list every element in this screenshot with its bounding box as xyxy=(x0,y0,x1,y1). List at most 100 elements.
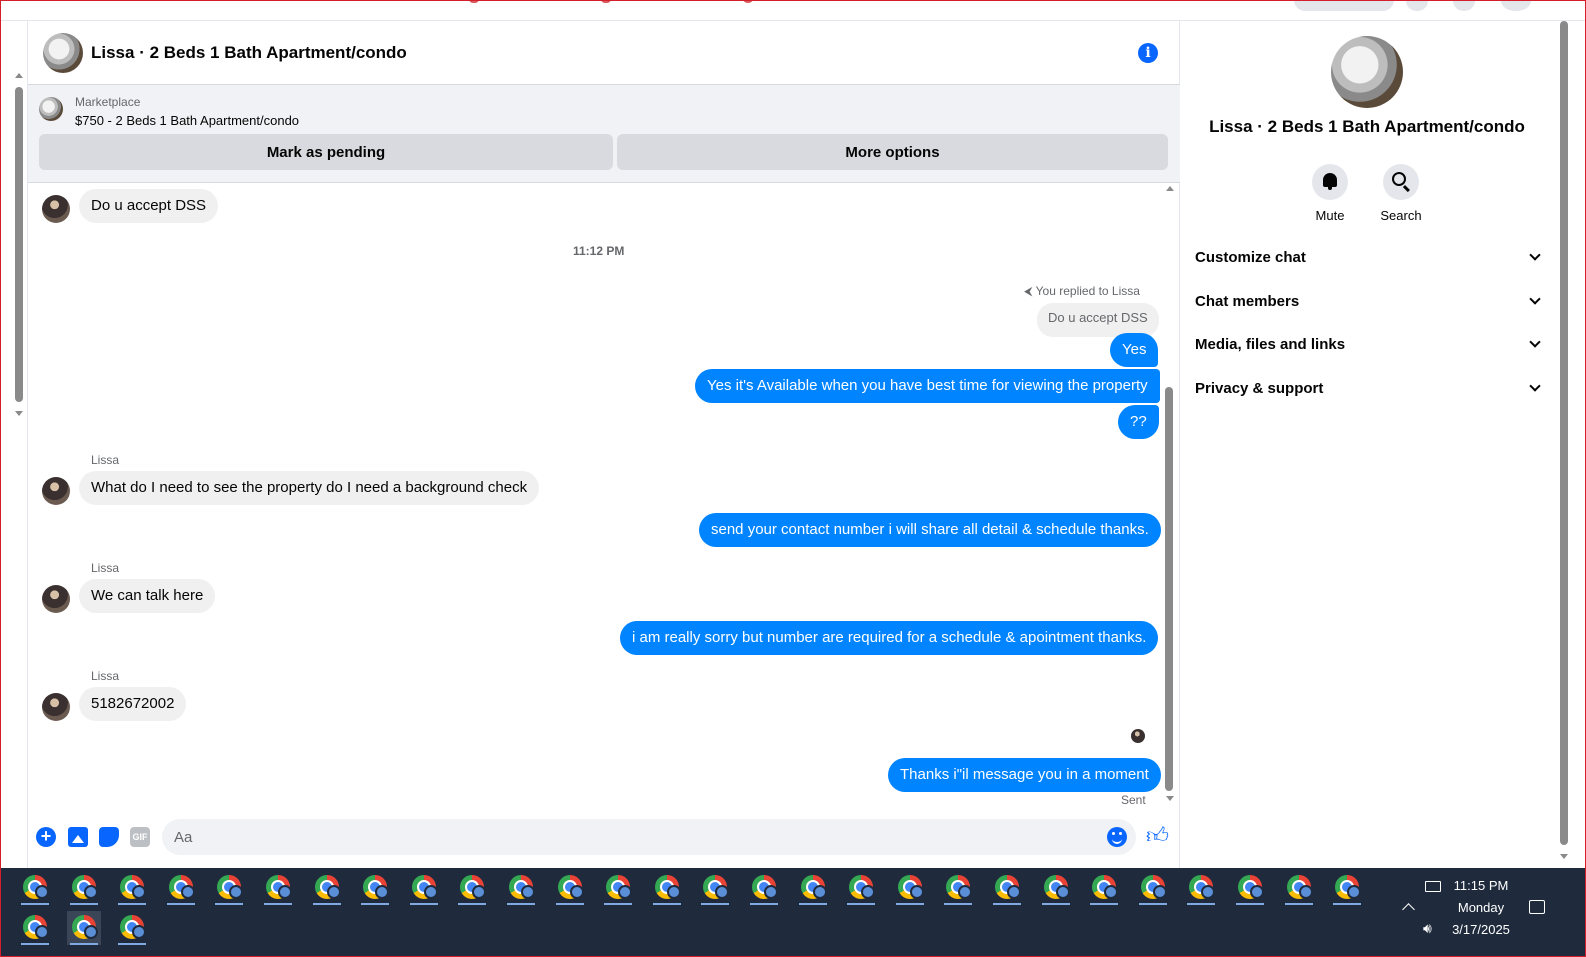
page-scroll-down-arrow[interactable] xyxy=(1560,854,1568,859)
chrome-taskbar-button[interactable] xyxy=(1039,871,1073,905)
message-composer: + GIF 👍︎ xyxy=(28,814,1180,868)
chrome-taskbar-button[interactable] xyxy=(1233,871,1267,905)
chrome-taskbar-button[interactable] xyxy=(553,871,587,905)
sticker-icon[interactable] xyxy=(99,827,119,847)
message-input[interactable] xyxy=(162,819,1136,855)
chat-scrollbar-thumb[interactable] xyxy=(1165,387,1173,791)
listing-thumbnail[interactable] xyxy=(39,97,63,121)
open-window-indicator xyxy=(264,903,292,905)
chrome-taskbar-button[interactable] xyxy=(1136,871,1170,905)
message-list: Do u accept DSS 11:12 PM ⮜ You replied t… xyxy=(28,183,1180,814)
chrome-taskbar-button[interactable] xyxy=(18,871,52,905)
chrome-taskbar-button[interactable] xyxy=(1087,871,1121,905)
profile-badge-icon xyxy=(569,885,584,899)
chat-title[interactable]: Lissa · 2 Beds 1 Bath Apartment/condo xyxy=(91,43,407,63)
chat-avatar[interactable] xyxy=(43,33,83,73)
like-icon[interactable]: 👍︎ xyxy=(1146,824,1170,848)
emoji-icon[interactable] xyxy=(1107,827,1127,847)
profile-badge-icon xyxy=(1007,885,1021,899)
chat-members-row[interactable]: Chat members xyxy=(1195,283,1545,323)
outgoing-message[interactable]: i am really sorry but number are require… xyxy=(620,621,1159,655)
replied-message-quote[interactable]: Do u accept DSS xyxy=(1037,303,1159,337)
row-label: Media, files and links xyxy=(1195,336,1346,353)
chrome-taskbar-button[interactable] xyxy=(893,871,927,905)
mute-button[interactable]: Mute xyxy=(1300,164,1360,223)
chrome-taskbar-button[interactable] xyxy=(18,911,52,945)
search-button[interactable]: Search xyxy=(1371,164,1431,223)
chrome-taskbar-button[interactable] xyxy=(698,871,732,905)
chat-scroll-down-arrow[interactable] xyxy=(1166,796,1174,801)
chrome-taskbar-button[interactable] xyxy=(650,871,684,905)
sender-name: Lissa xyxy=(91,669,120,683)
sender-avatar[interactable] xyxy=(42,195,70,223)
chrome-taskbar-button[interactable] xyxy=(310,871,344,905)
chrome-taskbar-button[interactable] xyxy=(261,871,295,905)
mark-as-pending-button[interactable]: Mark as pending xyxy=(39,134,613,170)
incoming-message[interactable]: What do I need to see the property do I … xyxy=(79,471,540,505)
top-search-pill[interactable] xyxy=(1294,1,1394,11)
chrome-taskbar-button[interactable] xyxy=(67,911,101,945)
incoming-message[interactable]: 5182672002 xyxy=(79,687,187,721)
chrome-taskbar-button[interactable] xyxy=(358,871,392,905)
sender-avatar[interactable] xyxy=(42,693,70,721)
conversation-avatar[interactable] xyxy=(1331,36,1403,108)
top-profile-button[interactable] xyxy=(1501,1,1531,11)
chrome-taskbar-button[interactable] xyxy=(601,871,635,905)
profile-badge-icon xyxy=(521,885,535,899)
plus-icon[interactable]: + xyxy=(36,827,56,847)
chrome-taskbar-button[interactable] xyxy=(796,871,830,905)
chat-scroll-up-arrow[interactable] xyxy=(1166,186,1174,191)
listing-price-title[interactable]: $750 - 2 Beds 1 Bath Apartment/condo xyxy=(75,113,299,128)
chrome-taskbar-button[interactable] xyxy=(747,871,781,905)
outer-scroll-up-arrow[interactable] xyxy=(15,73,23,78)
outgoing-message[interactable]: ?? xyxy=(1118,405,1159,439)
network-icon[interactable] xyxy=(1425,881,1441,892)
chrome-taskbar-button[interactable] xyxy=(941,871,975,905)
outgoing-message[interactable]: Thanks i"il message you in a moment xyxy=(888,758,1161,792)
profile-badge-icon xyxy=(1104,885,1119,899)
outer-scrollbar-thumb[interactable] xyxy=(15,87,23,402)
chrome-taskbar-button[interactable] xyxy=(455,871,489,905)
chrome-taskbar-button[interactable] xyxy=(844,871,878,905)
show-hidden-icons-chevron-icon[interactable] xyxy=(1402,903,1415,916)
profile-badge-icon xyxy=(83,885,98,899)
notification-center-icon[interactable] xyxy=(1529,900,1545,914)
page-scrollbar-thumb[interactable] xyxy=(1560,21,1568,845)
profile-badge-icon xyxy=(812,885,827,899)
outer-scroll-down-arrow[interactable] xyxy=(15,411,23,416)
top-notification-button[interactable] xyxy=(1453,1,1475,11)
customize-chat-row[interactable]: Customize chat xyxy=(1195,239,1545,279)
outgoing-message[interactable]: Yes it's Available when you have best ti… xyxy=(695,369,1160,403)
privacy-support-row[interactable]: Privacy & support xyxy=(1195,370,1545,410)
more-options-button[interactable]: More options xyxy=(617,134,1168,170)
outgoing-message[interactable]: send your contact number i will share al… xyxy=(699,513,1161,547)
clock-day[interactable]: Monday xyxy=(1447,900,1515,915)
sender-avatar[interactable] xyxy=(42,585,70,613)
incoming-message[interactable]: We can talk here xyxy=(79,579,216,613)
top-menu-button[interactable] xyxy=(1406,1,1428,11)
chrome-taskbar-button[interactable] xyxy=(504,871,538,905)
clock-date[interactable]: 3/17/2025 xyxy=(1447,922,1515,937)
open-window-indicator xyxy=(1138,903,1167,905)
gif-icon[interactable]: GIF xyxy=(130,827,150,847)
chrome-taskbar-button[interactable] xyxy=(115,911,149,945)
info-icon[interactable]: i xyxy=(1138,43,1158,63)
chrome-taskbar-button[interactable] xyxy=(1282,871,1316,905)
chrome-taskbar-button[interactable] xyxy=(67,871,101,905)
outgoing-message[interactable]: Yes xyxy=(1110,333,1159,367)
open-window-indicator xyxy=(1090,903,1119,905)
chrome-taskbar-button[interactable] xyxy=(407,871,441,905)
chrome-taskbar-button[interactable] xyxy=(1330,871,1364,905)
chrome-taskbar-button[interactable] xyxy=(212,871,246,905)
chrome-taskbar-button[interactable] xyxy=(115,871,149,905)
chrome-taskbar-button[interactable] xyxy=(1184,871,1218,905)
chrome-taskbar-button[interactable] xyxy=(990,871,1024,905)
photo-icon[interactable] xyxy=(68,827,88,847)
clock-time[interactable]: 11:15 PM xyxy=(1447,878,1515,893)
incoming-message[interactable]: Do u accept DSS xyxy=(79,189,219,223)
media-files-links-row[interactable]: Media, files and links xyxy=(1195,326,1545,366)
sender-avatar[interactable] xyxy=(42,477,70,505)
volume-icon[interactable]: 🔊︎ xyxy=(1423,920,1432,937)
chat-header: Lissa · 2 Beds 1 Bath Apartment/condo i xyxy=(28,21,1180,85)
chrome-taskbar-button[interactable] xyxy=(164,871,198,905)
